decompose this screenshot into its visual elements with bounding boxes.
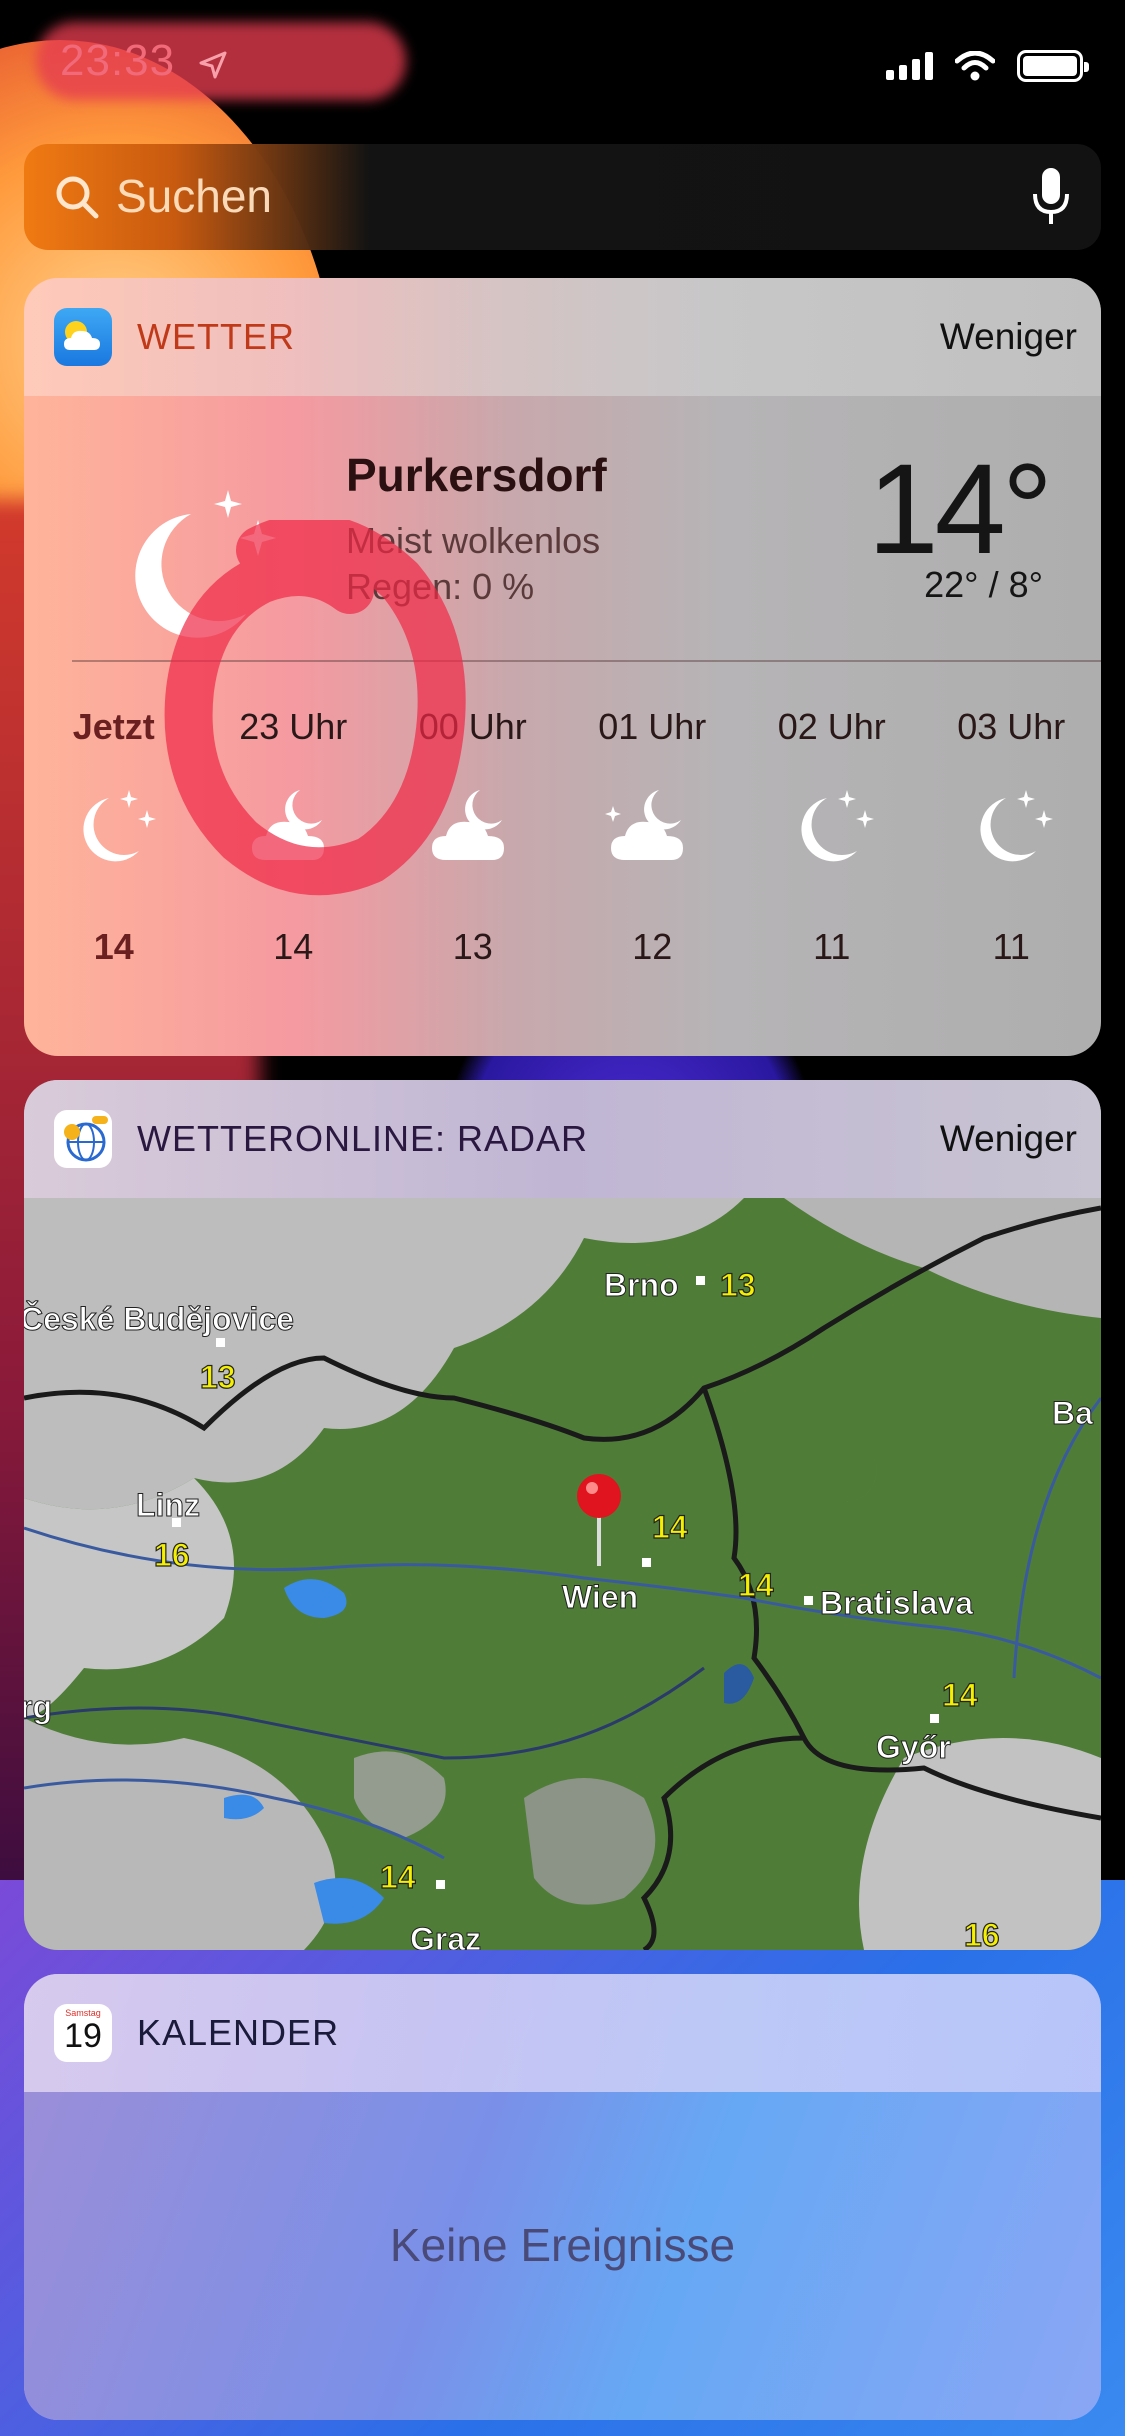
hour-label: Jetzt bbox=[72, 706, 155, 747]
temp-label: 14 bbox=[380, 1859, 416, 1895]
city-label-ba: Ba bbox=[1052, 1395, 1093, 1431]
cloud-moon-icon bbox=[383, 776, 563, 886]
status-bar: 23:33 bbox=[0, 0, 1125, 140]
hour-label: 00 Uhr bbox=[418, 706, 527, 747]
city-name: Purkersdorf bbox=[346, 449, 607, 501]
hour-label: 23 Uhr bbox=[239, 706, 348, 747]
moon-stars-icon bbox=[24, 776, 204, 886]
hour-temperature: 14 bbox=[93, 926, 134, 967]
city-label-budejovice: České Budějovice bbox=[24, 1301, 294, 1337]
city-label-wien: Wien bbox=[562, 1579, 638, 1615]
divider bbox=[72, 660, 1101, 662]
show-less-button[interactable]: Weniger bbox=[940, 1118, 1077, 1160]
weather-widget[interactable]: WETTER Weniger Purkersdorf Meist wolkenl… bbox=[24, 278, 1101, 1056]
hourly-item: 00 Uhr 13 bbox=[383, 696, 563, 968]
wetteronline-app-icon bbox=[54, 1110, 112, 1168]
hour-label: 03 Uhr bbox=[957, 706, 1066, 747]
hour-temperature: 12 bbox=[632, 926, 673, 967]
calendar-icon-day-number: 19 bbox=[64, 2017, 102, 2055]
moon-stars-icon bbox=[742, 776, 922, 886]
hourly-item: 01 Uhr 12 bbox=[563, 696, 743, 968]
widget-title: WETTERONLINE: RADAR bbox=[137, 1118, 589, 1159]
radar-widget-header: WETTERONLINE: RADAR Weniger bbox=[24, 1080, 1101, 1198]
calendar-app-icon: Samstag 19 bbox=[54, 2004, 112, 2062]
hourly-forecast: Jetzt 14 23 Uhr 14 00 Uhr 13 01 Uhr 12 0… bbox=[24, 696, 1101, 968]
wifi-icon bbox=[955, 51, 995, 81]
hourly-item: 23 Uhr 14 bbox=[204, 696, 384, 968]
temp-label: 14 bbox=[942, 1677, 978, 1713]
calendar-events: Keine Ereignisse bbox=[24, 2092, 1101, 2420]
city-label-rg: rg bbox=[24, 1689, 52, 1725]
hour-label: 01 Uhr bbox=[598, 706, 707, 747]
radar-map[interactable]: Brno České Budějovice Linz Wien Bratisla… bbox=[24, 1198, 1101, 1950]
city-label-gyor: Győr bbox=[876, 1729, 951, 1765]
city-label-brno: Brno bbox=[604, 1267, 679, 1303]
search-input[interactable] bbox=[116, 166, 976, 226]
weather-current[interactable]: Purkersdorf Meist wolkenlos Regen: 0 % 1… bbox=[24, 396, 1101, 1056]
temp-label: 16 bbox=[154, 1537, 190, 1573]
calendar-widget[interactable]: Samstag 19 KALENDER Keine Ereignisse bbox=[24, 1974, 1101, 2420]
microphone-icon[interactable] bbox=[1031, 166, 1071, 228]
hour-temperature: 11 bbox=[992, 926, 1030, 967]
weather-widget-header: WETTER Weniger bbox=[24, 278, 1101, 396]
search-bar[interactable] bbox=[24, 144, 1101, 250]
calendar-widget-header: Samstag 19 KALENDER bbox=[24, 1974, 1101, 2092]
cloud-moon-icon bbox=[204, 776, 384, 886]
temp-label: 14 bbox=[652, 1509, 688, 1545]
battery-icon bbox=[1017, 50, 1089, 82]
city-label-bratislava: Bratislava bbox=[820, 1585, 973, 1621]
hour-temperature: 14 bbox=[273, 926, 314, 967]
no-events-text: Keine Ereignisse bbox=[389, 2219, 736, 2271]
city-label-graz: Graz bbox=[410, 1921, 481, 1950]
status-time: 23:33 bbox=[60, 36, 176, 85]
high-low-temperature: 22° / 8° bbox=[924, 564, 1043, 605]
search-icon bbox=[56, 176, 99, 219]
cloud-moon-icon bbox=[563, 776, 743, 886]
city-label-linz: Linz bbox=[136, 1487, 200, 1523]
hour-temperature: 11 bbox=[813, 926, 851, 967]
show-less-button[interactable]: Weniger bbox=[940, 316, 1077, 358]
rain-chance: Regen: 0 % bbox=[346, 566, 535, 607]
location-arrow-icon bbox=[198, 50, 228, 80]
weather-condition: Meist wolkenlos bbox=[346, 520, 601, 561]
temp-label: 14 bbox=[738, 1567, 774, 1603]
widget-title: KALENDER bbox=[137, 2012, 340, 2053]
hourly-item: 02 Uhr 11 bbox=[742, 696, 922, 968]
widget-title: WETTER bbox=[137, 316, 295, 357]
hourly-item: Jetzt 14 bbox=[24, 696, 204, 968]
radar-widget[interactable]: WETTERONLINE: RADAR Weniger Brno České B… bbox=[24, 1080, 1101, 1950]
current-temperature: 14° bbox=[867, 438, 1053, 581]
moon-stars-icon bbox=[135, 490, 276, 638]
hourly-item: 03 Uhr 11 bbox=[922, 696, 1102, 968]
hour-label: 02 Uhr bbox=[777, 706, 886, 747]
temp-label: 13 bbox=[720, 1267, 756, 1303]
temp-label: 16 bbox=[964, 1917, 1000, 1950]
temp-label: 13 bbox=[200, 1359, 236, 1395]
moon-stars-icon bbox=[922, 776, 1102, 886]
cellular-signal-icon bbox=[886, 52, 933, 80]
hour-temperature: 13 bbox=[452, 926, 493, 967]
weather-app-icon bbox=[54, 308, 112, 366]
